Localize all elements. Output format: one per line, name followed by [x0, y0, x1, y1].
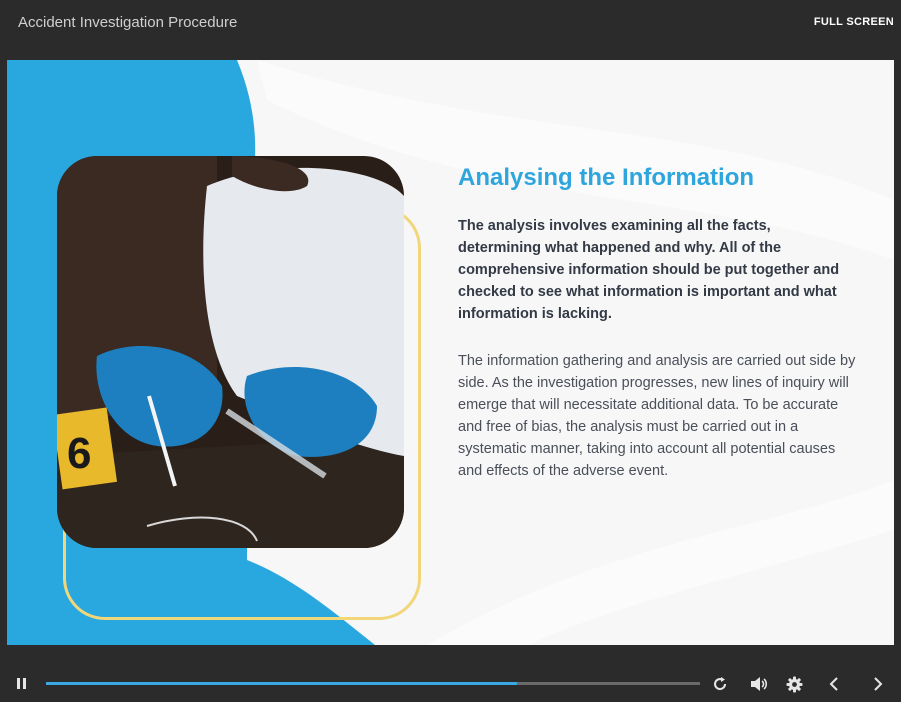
progress-bar[interactable]	[46, 682, 700, 685]
replay-icon[interactable]	[712, 676, 728, 692]
forensic-scene-illustration: 6	[57, 156, 404, 548]
progress-fill	[46, 682, 517, 685]
full-screen-button[interactable]: FULL SCREEN	[814, 16, 894, 28]
slide: 6 Analysing the Information The analysis…	[7, 60, 894, 645]
top-bar: Accident Investigation Procedure FULL SC…	[0, 0, 901, 60]
intro-paragraph: The analysis involves examining all the …	[458, 218, 840, 322]
settings-icon[interactable]	[786, 676, 803, 693]
forensic-photo: 6	[57, 156, 404, 548]
volume-icon[interactable]	[750, 676, 768, 692]
body-paragraph: The information gathering and analysis a…	[458, 353, 856, 479]
player-controls	[0, 645, 901, 702]
course-title: Accident Investigation Procedure	[18, 14, 238, 31]
chevron-left-icon[interactable]	[828, 676, 840, 692]
pause-icon[interactable]	[16, 677, 28, 690]
slide-heading: Analysing the Information	[458, 164, 755, 191]
chevron-right-icon[interactable]	[872, 676, 884, 692]
evidence-marker-number: 6	[67, 429, 91, 478]
